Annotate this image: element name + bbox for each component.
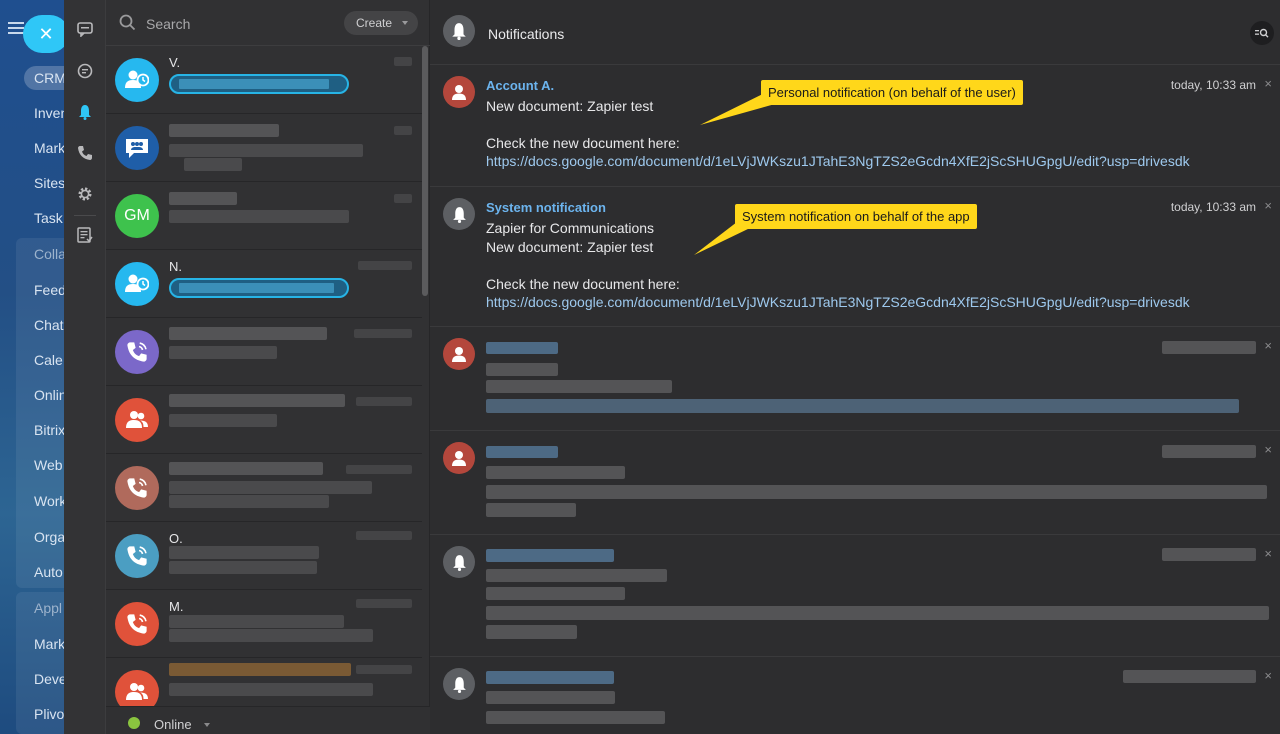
callout-personal-notification: Personal notification (on behalf of the … <box>761 80 1023 105</box>
screen: CRM Inven Mark Sites Task Colla Feed Cha… <box>0 0 1280 734</box>
callout-system-notification: System notification on behalf of the app <box>735 204 977 229</box>
callout-pointers <box>694 88 775 255</box>
